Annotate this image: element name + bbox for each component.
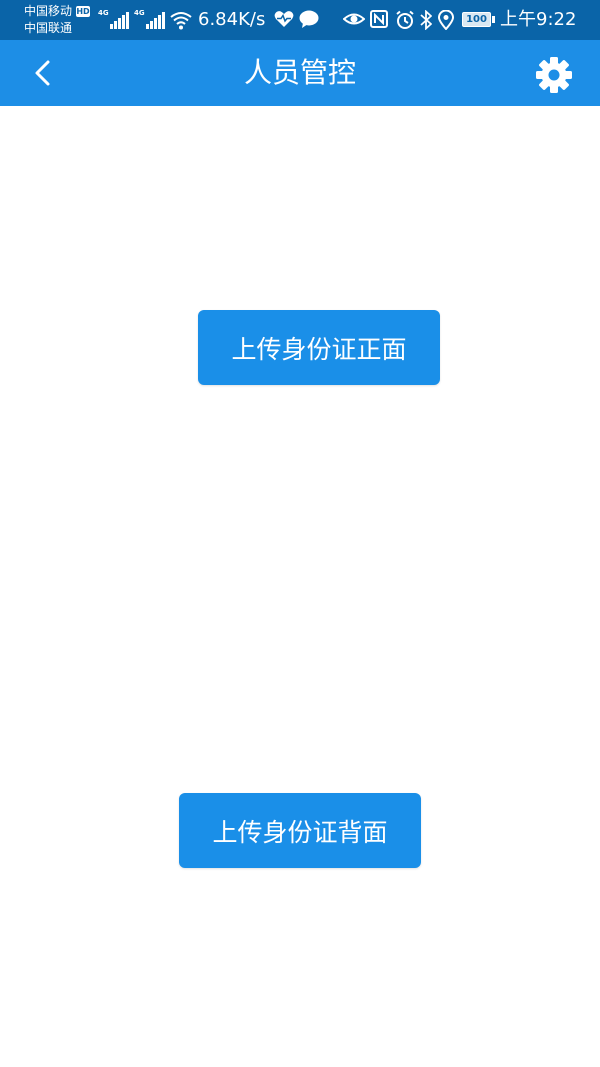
network-type-1: 4G <box>98 9 109 17</box>
signal-icon: 4G <box>134 9 165 29</box>
network-type-2: 4G <box>134 9 145 17</box>
settings-button[interactable] <box>533 54 575 96</box>
location-icon <box>438 10 454 30</box>
chat-icon <box>299 10 319 28</box>
app-bar: 人员管控 <box>0 40 600 106</box>
upload-id-back-button[interactable]: 上传身份证背面 <box>179 793 421 868</box>
status-time: 上午9:22 <box>500 9 577 30</box>
wifi-icon <box>170 12 192 30</box>
carrier-name-1: 中国移动 <box>24 4 73 18</box>
nfc-icon <box>370 10 388 28</box>
carrier-info: 中国移动 HD 中国联通 <box>24 3 91 37</box>
gear-icon <box>536 57 572 93</box>
bluetooth-icon <box>420 10 432 30</box>
signal-icon: 4G <box>98 9 129 29</box>
heart-rate-icon <box>274 11 294 27</box>
back-button[interactable] <box>20 53 64 93</box>
net-speed: 6.84K/s <box>198 9 266 30</box>
status-bar: 中国移动 HD 中国联通 4G 4G 6.84K/s 100 上午9:22 <box>0 0 600 40</box>
alarm-icon <box>396 10 414 29</box>
battery-icon: 100 <box>462 12 491 27</box>
page-title: 人员管控 <box>243 56 356 89</box>
hd-badge: HD <box>76 6 91 17</box>
upload-id-front-button[interactable]: 上传身份证正面 <box>198 310 440 385</box>
eye-icon <box>343 13 365 25</box>
chevron-left-icon <box>35 60 50 86</box>
carrier-name-2: 中国联通 <box>24 21 73 35</box>
battery-tip <box>492 16 495 23</box>
